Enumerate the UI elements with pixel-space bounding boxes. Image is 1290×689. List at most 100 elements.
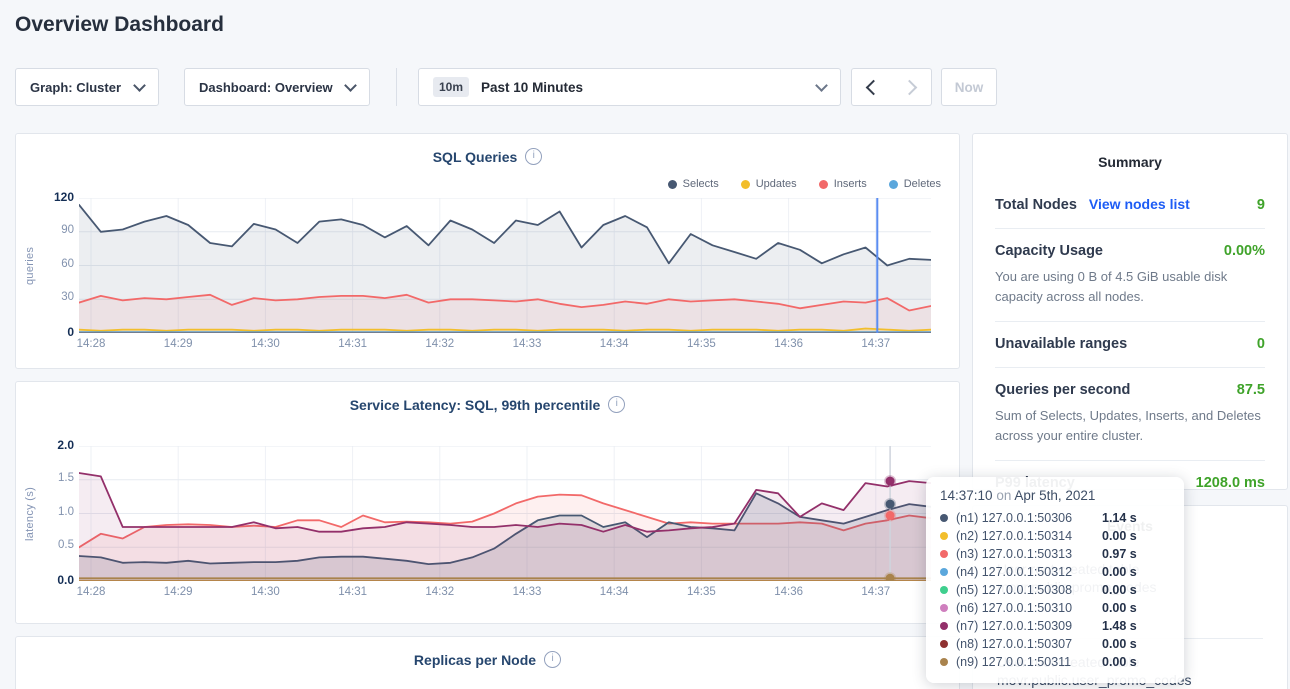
dashboard-selector-label: Dashboard: Overview [199, 80, 333, 95]
series-dot-icon [940, 604, 948, 612]
x-axis-tick-label: 14:37 [852, 338, 900, 350]
summary-label: Unavailable ranges [995, 336, 1127, 352]
tooltip-time: 14:37:10 [940, 488, 993, 503]
chart-title: Replicas per Node [414, 652, 536, 668]
x-axis-tick-label: 14:29 [154, 586, 202, 598]
tooltip-row-n7: (n7) 127.0.0.1:503091.48 s [940, 617, 1170, 635]
tooltip-node-label: (n9) 127.0.0.1:50311 [956, 655, 1102, 669]
tooltip-node-label: (n5) 127.0.0.1:50308 [956, 583, 1102, 597]
service-latency-chart-panel: Service Latency: SQL, 99th percentile la… [15, 381, 960, 624]
sql-queries-plot-area[interactable]: queries 030609012014:2814:2914:3014:3114… [16, 134, 959, 368]
tooltip-node-label: (n3) 127.0.0.1:50313 [956, 547, 1102, 561]
summary-title: Summary [995, 148, 1265, 182]
time-range-selector[interactable]: 10m Past 10 Minutes [418, 68, 841, 106]
tooltip-node-label: (n7) 127.0.0.1:50309 [956, 619, 1102, 633]
tooltip-node-value: 0.00 s [1102, 655, 1137, 669]
tooltip-connector: on [996, 488, 1011, 503]
summary-label: Queries per second [995, 382, 1130, 398]
dashboard-selector-dropdown[interactable]: Dashboard: Overview [184, 68, 370, 106]
series-dot-icon [940, 514, 948, 522]
tooltip-node-value: 0.00 s [1102, 529, 1137, 543]
graph-selector-label: Graph: Cluster [30, 80, 121, 95]
series-dot-icon [940, 640, 948, 648]
x-axis-tick-label: 14:28 [67, 338, 115, 350]
chart-hover-tooltip: 14:37:10 on Apr 5th, 2021 (n1) 127.0.0.1… [926, 477, 1184, 683]
tooltip-node-value: 0.97 s [1102, 547, 1137, 561]
tooltip-node-value: 1.14 s [1102, 511, 1137, 525]
summary-row-unavailable-ranges: Unavailable ranges 0 [995, 321, 1265, 367]
chevron-left-icon [865, 79, 881, 95]
series-dot-icon [940, 586, 948, 594]
summary-value: 9 [1257, 197, 1265, 213]
chevron-down-icon [133, 79, 146, 92]
graph-selector-dropdown[interactable]: Graph: Cluster [15, 68, 159, 106]
y-axis-tick-label: 1.5 [22, 472, 74, 484]
time-range-label: Past 10 Minutes [481, 80, 583, 95]
tooltip-date: Apr 5th, 2021 [1014, 488, 1095, 503]
x-axis-tick-label: 14:36 [765, 338, 813, 350]
x-axis-tick-label: 14:32 [416, 586, 464, 598]
sql-queries-chart-panel: SQL Queries Selects Updates Inserts Dele… [15, 133, 960, 369]
tooltip-row-n8: (n8) 127.0.0.1:503070.00 s [940, 635, 1170, 653]
info-icon[interactable] [544, 651, 561, 668]
tooltip-node-label: (n1) 127.0.0.1:50306 [956, 511, 1102, 525]
series-dot-icon [940, 550, 948, 558]
x-axis-tick-label: 14:34 [590, 586, 638, 598]
tooltip-node-label: (n6) 127.0.0.1:50310 [956, 601, 1102, 615]
tooltip-node-label: (n4) 127.0.0.1:50312 [956, 565, 1102, 579]
service-latency-chart [79, 446, 931, 581]
y-axis-tick-label: 1.0 [22, 506, 74, 518]
replicas-per-node-chart-panel: Replicas per Node [15, 636, 960, 689]
y-axis-tick-label: 30 [22, 291, 74, 303]
x-axis-tick-label: 14:31 [329, 586, 377, 598]
tooltip-node-value: 0.00 s [1102, 565, 1137, 579]
now-button-label: Now [955, 80, 984, 95]
now-button[interactable]: Now [941, 68, 997, 106]
y-axis-tick-label: 60 [22, 258, 74, 270]
x-axis-tick-label: 14:29 [154, 338, 202, 350]
chevron-down-icon [815, 79, 828, 92]
series-dot-icon [940, 568, 948, 576]
tooltip-node-label: (n8) 127.0.0.1:50307 [956, 637, 1102, 651]
x-axis-tick-label: 14:36 [765, 586, 813, 598]
tooltip-node-value: 1.48 s [1102, 619, 1137, 633]
summary-description: You are using 0 B of 4.5 GiB usable disk… [995, 267, 1265, 306]
tooltip-row-n1: (n1) 127.0.0.1:503061.14 s [940, 509, 1170, 527]
y-axis-tick-label: 2.0 [22, 438, 74, 452]
tooltip-row-n5: (n5) 127.0.0.1:503080.00 s [940, 581, 1170, 599]
tooltip-row-n2: (n2) 127.0.0.1:503140.00 s [940, 527, 1170, 545]
tooltip-node-value: 0.00 s [1102, 583, 1137, 597]
y-axis-tick-label: 0.5 [22, 539, 74, 551]
summary-value: 1208.0 ms [1196, 475, 1265, 491]
summary-description: Sum of Selects, Updates, Inserts, and De… [995, 406, 1265, 445]
x-axis-tick-label: 14:33 [503, 338, 551, 350]
x-axis-tick-label: 14:30 [241, 586, 289, 598]
summary-label: Capacity Usage [995, 243, 1103, 259]
summary-value: 87.5 [1237, 382, 1265, 398]
summary-row-capacity-usage: Capacity Usage 0.00% You are using 0 B o… [995, 228, 1265, 321]
summary-row-queries-per-second: Queries per second 87.5 Sum of Selects, … [995, 367, 1265, 460]
x-axis-tick-label: 14:28 [67, 586, 115, 598]
tooltip-row-n3: (n3) 127.0.0.1:503130.97 s [940, 545, 1170, 563]
page-title: Overview Dashboard [15, 13, 224, 37]
x-axis-tick-label: 14:34 [590, 338, 638, 350]
x-axis-tick-label: 14:30 [241, 338, 289, 350]
summary-card: Summary Total Nodes View nodes list 9 Ca… [972, 133, 1288, 490]
sql-queries-chart [79, 198, 931, 333]
tooltip-row-n9: (n9) 127.0.0.1:503110.00 s [940, 653, 1170, 671]
x-axis-tick-label: 14:33 [503, 586, 551, 598]
series-dot-icon [940, 622, 948, 630]
time-prev-button[interactable] [851, 68, 892, 106]
y-axis-tick-label: 0 [22, 325, 74, 339]
y-axis-tick-label: 120 [22, 190, 74, 204]
service-latency-plot-area[interactable]: latency (s) 0.00.51.01.52.014:2814:2914:… [16, 382, 959, 623]
time-range-badge: 10m [433, 77, 469, 97]
tooltip-node-label: (n2) 127.0.0.1:50314 [956, 529, 1102, 543]
view-nodes-list-link[interactable]: View nodes list [1089, 196, 1190, 212]
tooltip-node-value: 0.00 s [1102, 601, 1137, 615]
x-axis-tick-label: 14:37 [852, 586, 900, 598]
time-next-button[interactable] [891, 68, 932, 106]
summary-row-total-nodes: Total Nodes View nodes list 9 [995, 182, 1265, 228]
series-dot-icon [940, 532, 948, 540]
tooltip-node-value: 0.00 s [1102, 637, 1137, 651]
